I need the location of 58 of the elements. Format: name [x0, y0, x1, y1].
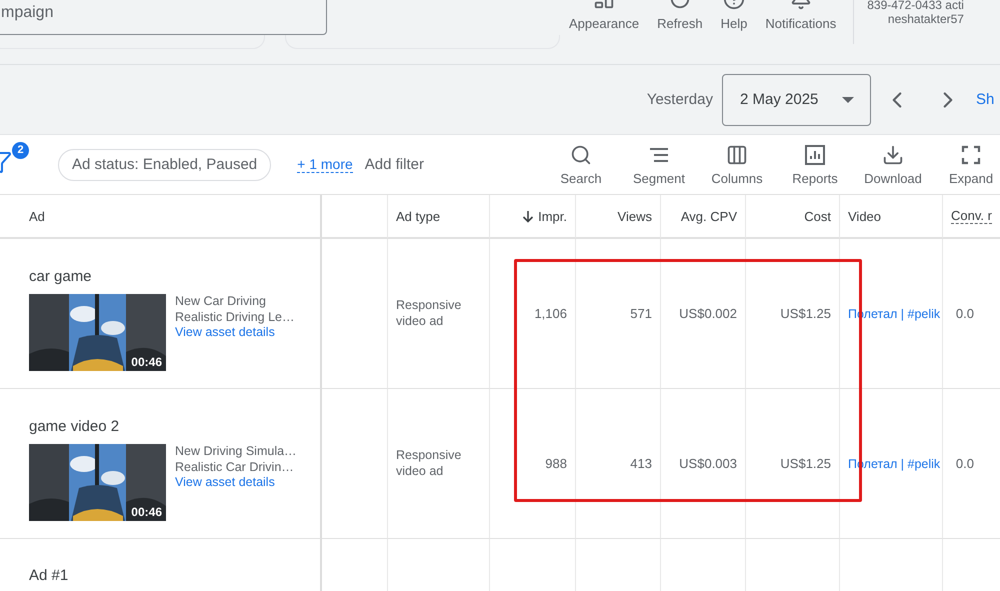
table-cell: 1,106 — [534, 306, 567, 321]
ad-name: game video 2 — [29, 418, 120, 435]
expand-icon — [960, 144, 982, 166]
ad-name: Ad #1 — [29, 567, 70, 584]
table-cell-text: Responsive video ad — [396, 298, 462, 329]
table-tool-button[interactable]: Reports — [776, 144, 854, 186]
filter-count-badge: 2 — [12, 142, 29, 158]
table-tool-button[interactable]: Expand — [932, 144, 1000, 186]
columns-icon — [726, 144, 748, 166]
table-cell: 988 — [545, 456, 567, 471]
video-title-line: Realistic Driving Le… — [175, 310, 294, 325]
video-title-line: New Car Driving — [175, 294, 267, 310]
video-duration: 00:46 — [131, 505, 162, 519]
header-tool-button[interactable]: Help — [712, 0, 756, 31]
column-header[interactable]: Avg. CPV — [661, 195, 746, 239]
table-cell-text: Responsive video ad — [396, 448, 462, 479]
show-link[interactable]: Sh — [976, 91, 1000, 108]
account-id: 839-472-0433 acti — [867, 0, 964, 12]
video-title-line: New Driving Simula… — [175, 444, 297, 460]
table-tool-button[interactable]: Columns — [698, 144, 776, 186]
table-tool-button[interactable]: Segment — [620, 144, 698, 186]
date-dropdown[interactable]: 2 May 2025 — [722, 74, 871, 126]
date-range-label: Yesterday — [646, 91, 713, 108]
column-header[interactable]: Impr. — [490, 195, 576, 239]
header-tool-button[interactable]: Appearance — [560, 0, 648, 31]
table-cell: 413 — [630, 456, 652, 471]
filter-chip[interactable]: Ad status: Enabled, Paused — [58, 148, 272, 180]
download-icon — [882, 144, 904, 166]
column-header[interactable]: Video — [840, 195, 943, 239]
table-cell: 0.0 — [956, 306, 974, 321]
caret-icon — [842, 96, 854, 102]
table-tool-button[interactable]: Download — [854, 144, 932, 186]
more-filters-link[interactable]: + 1 more — [297, 156, 353, 173]
table-cell: 571 — [630, 306, 652, 321]
campaign-search-field[interactable]: mpaign — [0, 0, 327, 35]
column-header[interactable]: Conv. r — [943, 195, 1000, 239]
table-cell: US$0.002 — [679, 306, 737, 321]
video-title-line: Realistic Car Drivin… — [175, 460, 295, 475]
column-header[interactable]: Ad type — [388, 195, 490, 239]
video-duration: 00:46 — [131, 355, 162, 369]
header-tool-button[interactable]: Notifications — [756, 0, 846, 31]
table-cell: 0.0 — [956, 456, 974, 471]
table-cell: US$0.003 — [679, 456, 737, 471]
header-tool-button[interactable]: Refresh — [648, 0, 712, 31]
sort-arrow-icon — [522, 210, 534, 222]
column-header[interactable]: Cost — [746, 195, 840, 239]
column-header[interactable]: Ad — [0, 195, 322, 239]
search-icon — [570, 144, 592, 166]
ad-name: car game — [29, 268, 93, 285]
bar-chart-icon — [804, 144, 826, 166]
table-tool-button[interactable]: Search — [542, 144, 620, 186]
view-asset-link[interactable]: View asset details — [175, 475, 297, 490]
view-asset-link[interactable]: View asset details — [175, 325, 294, 340]
column-header[interactable]: Views — [576, 195, 661, 239]
account-email: neshatakter57 — [888, 12, 964, 26]
table-cell: US$1.25 — [780, 456, 831, 471]
add-filter-button[interactable]: Add filter — [364, 156, 424, 173]
table-cell: US$1.25 — [780, 306, 831, 321]
